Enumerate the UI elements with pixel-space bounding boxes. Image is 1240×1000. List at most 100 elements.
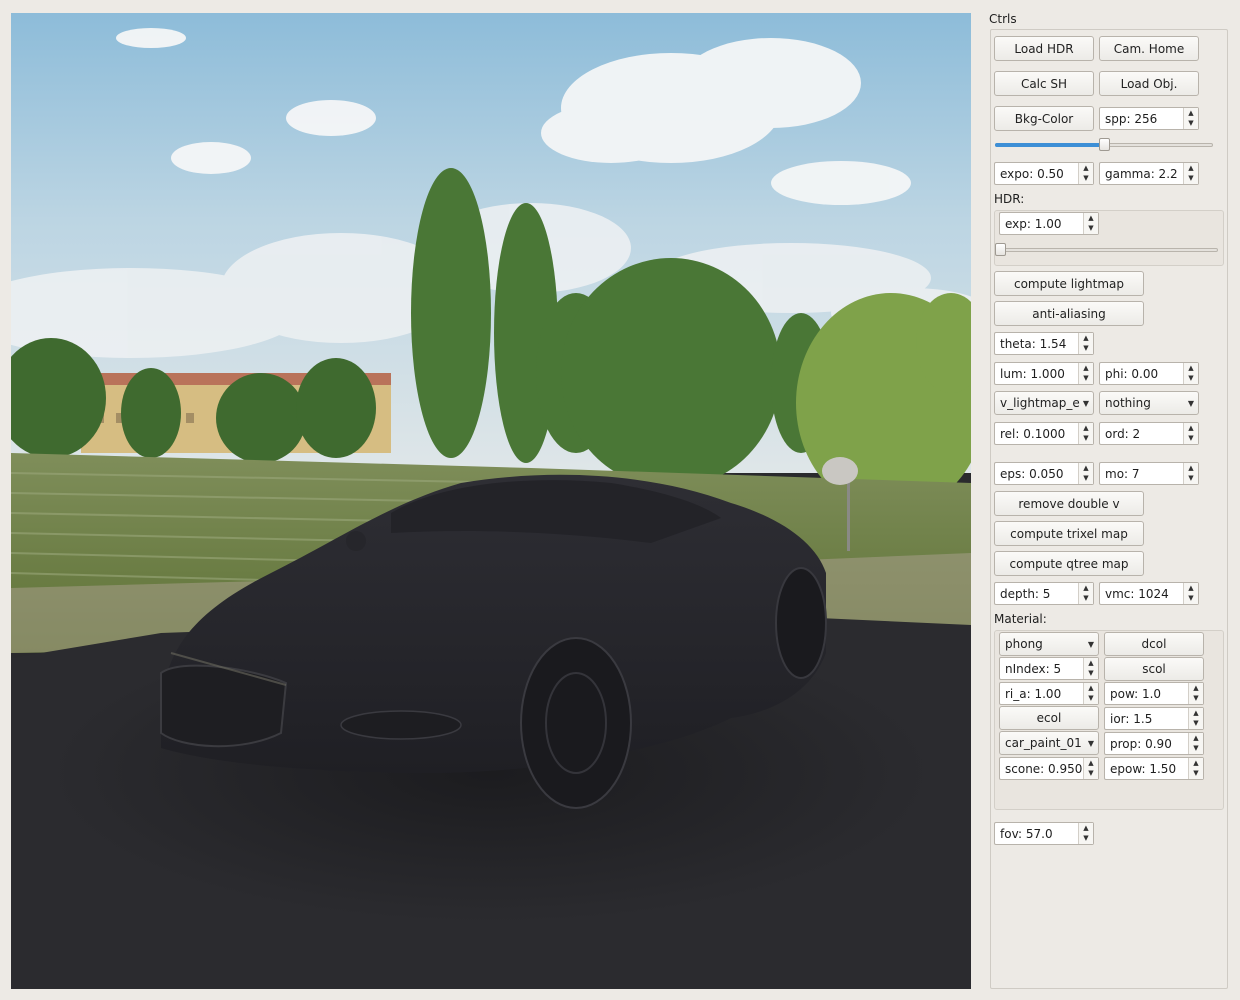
ecol-button[interactable]: ecol (999, 706, 1099, 730)
gamma-spinbox[interactable]: gamma: 2.2 ▲ ▼ (1099, 162, 1199, 185)
render-viewport[interactable] (11, 13, 971, 989)
spin-up-icon[interactable]: ▲ (1079, 423, 1093, 434)
rel-spinbox[interactable]: rel: 0.1000 ▲ ▼ (994, 422, 1094, 445)
spin-down-icon[interactable]: ▼ (1079, 374, 1093, 385)
spin-up-icon[interactable]: ▲ (1189, 683, 1203, 694)
eps-spinbox[interactable]: eps: 0.050 ▲ ▼ (994, 462, 1094, 485)
shader-select[interactable]: phong ▼ (999, 632, 1099, 656)
compute-trixel-map-button[interactable]: compute trixel map (994, 521, 1144, 546)
dcol-button[interactable]: dcol (1104, 632, 1204, 656)
spp-slider[interactable] (995, 138, 1213, 152)
spin-down-icon[interactable]: ▼ (1184, 374, 1198, 385)
spin-down-icon[interactable]: ▼ (1184, 434, 1198, 445)
spin-down-icon[interactable]: ▼ (1084, 694, 1098, 705)
spin-down-icon[interactable]: ▼ (1189, 694, 1203, 705)
calc-sh-button[interactable]: Calc SH (994, 71, 1094, 96)
remove-double-v-button[interactable]: remove double v (994, 491, 1144, 516)
spin-arrows[interactable]: ▲ ▼ (1188, 758, 1203, 779)
spin-up-icon[interactable]: ▲ (1184, 108, 1198, 119)
spin-arrows[interactable]: ▲ ▼ (1183, 463, 1198, 484)
slider-handle[interactable] (1099, 138, 1110, 151)
spin-up-icon[interactable]: ▲ (1079, 583, 1093, 594)
spin-up-icon[interactable]: ▲ (1189, 708, 1203, 719)
spin-down-icon[interactable]: ▼ (1084, 224, 1098, 235)
spin-up-icon[interactable]: ▲ (1079, 823, 1093, 834)
spin-down-icon[interactable]: ▼ (1184, 174, 1198, 185)
hdr-exp-spinbox[interactable]: exp: 1.00 ▲ ▼ (999, 212, 1099, 235)
spin-arrows[interactable]: ▲ ▼ (1078, 823, 1093, 844)
compute-qtree-map-button[interactable]: compute qtree map (994, 551, 1144, 576)
vmc-spinbox[interactable]: vmc: 1024 ▲ ▼ (1099, 582, 1199, 605)
prop-spinbox[interactable]: prop: 0.90 ▲ ▼ (1104, 732, 1204, 755)
lum-spinbox[interactable]: lum: 1.000 ▲ ▼ (994, 362, 1094, 385)
spin-arrows[interactable]: ▲ ▼ (1183, 163, 1198, 184)
spin-up-icon[interactable]: ▲ (1189, 758, 1203, 769)
material-preset-select[interactable]: car_paint_01 ▼ (999, 731, 1099, 755)
spin-arrows[interactable]: ▲ ▼ (1083, 758, 1098, 779)
spin-arrows[interactable]: ▲ ▼ (1083, 683, 1098, 704)
spin-down-icon[interactable]: ▼ (1079, 834, 1093, 845)
spin-down-icon[interactable]: ▼ (1084, 669, 1098, 680)
depth-spinbox[interactable]: depth: 5 ▲ ▼ (994, 582, 1094, 605)
spin-up-icon[interactable]: ▲ (1184, 423, 1198, 434)
spin-arrows[interactable]: ▲ ▼ (1188, 683, 1203, 704)
epow-spinbox[interactable]: epow: 1.50 ▲ ▼ (1104, 757, 1204, 780)
spin-up-icon[interactable]: ▲ (1084, 213, 1098, 224)
ior-spinbox[interactable]: ior: 1.5 ▲ ▼ (1104, 707, 1204, 730)
spin-arrows[interactable]: ▲ ▼ (1188, 708, 1203, 729)
spin-up-icon[interactable]: ▲ (1184, 363, 1198, 374)
spin-up-icon[interactable]: ▲ (1084, 658, 1098, 669)
spin-arrows[interactable]: ▲ ▼ (1078, 423, 1093, 444)
theta-spinbox[interactable]: theta: 1.54 ▲ ▼ (994, 332, 1094, 355)
spin-arrows[interactable]: ▲ ▼ (1183, 108, 1198, 129)
spin-down-icon[interactable]: ▼ (1079, 174, 1093, 185)
spin-arrows[interactable]: ▲ ▼ (1188, 733, 1203, 754)
spin-up-icon[interactable]: ▲ (1084, 683, 1098, 694)
spin-up-icon[interactable]: ▲ (1079, 163, 1093, 174)
fov-spinbox[interactable]: fov: 57.0 ▲ ▼ (994, 822, 1094, 845)
spin-down-icon[interactable]: ▼ (1184, 594, 1198, 605)
spin-down-icon[interactable]: ▼ (1079, 344, 1093, 355)
spin-up-icon[interactable]: ▲ (1079, 333, 1093, 344)
spin-down-icon[interactable]: ▼ (1079, 434, 1093, 445)
ord-spinbox[interactable]: ord: 2 ▲ ▼ (1099, 422, 1199, 445)
spin-arrows[interactable]: ▲ ▼ (1078, 333, 1093, 354)
mo-spinbox[interactable]: mo: 7 ▲ ▼ (1099, 462, 1199, 485)
spin-down-icon[interactable]: ▼ (1079, 474, 1093, 485)
spin-down-icon[interactable]: ▼ (1079, 594, 1093, 605)
spp-spinbox[interactable]: spp: 256 ▲ ▼ (1099, 107, 1199, 130)
spin-down-icon[interactable]: ▼ (1184, 474, 1198, 485)
nindex-spinbox[interactable]: nIndex: 5 ▲ ▼ (999, 657, 1099, 680)
expo-spinbox[interactable]: expo: 0.50 ▲ ▼ (994, 162, 1094, 185)
spin-down-icon[interactable]: ▼ (1189, 769, 1203, 780)
spin-arrows[interactable]: ▲ ▼ (1083, 658, 1098, 679)
load-hdr-button[interactable]: Load HDR (994, 36, 1094, 61)
spin-down-icon[interactable]: ▼ (1084, 769, 1098, 780)
spin-up-icon[interactable]: ▲ (1184, 463, 1198, 474)
spin-arrows[interactable]: ▲ ▼ (1078, 163, 1093, 184)
spin-arrows[interactable]: ▲ ▼ (1183, 583, 1198, 604)
anti-aliasing-button[interactable]: anti-aliasing (994, 301, 1144, 326)
spin-down-icon[interactable]: ▼ (1189, 744, 1203, 755)
spin-arrows[interactable]: ▲ ▼ (1083, 213, 1098, 234)
spin-down-icon[interactable]: ▼ (1184, 119, 1198, 130)
spin-arrows[interactable]: ▲ ▼ (1183, 423, 1198, 444)
hdr-exp-slider[interactable] (995, 243, 1218, 257)
scone-spinbox[interactable]: scone: 0.950 ▲ ▼ (999, 757, 1099, 780)
mode-select[interactable]: nothing ▼ (1099, 391, 1199, 415)
spin-up-icon[interactable]: ▲ (1079, 363, 1093, 374)
spin-up-icon[interactable]: ▲ (1184, 583, 1198, 594)
lightmap-select[interactable]: v_lightmap_e ▼ (994, 391, 1094, 415)
phi-spinbox[interactable]: phi: 0.00 ▲ ▼ (1099, 362, 1199, 385)
spin-down-icon[interactable]: ▼ (1189, 719, 1203, 730)
scol-button[interactable]: scol (1104, 657, 1204, 681)
load-obj-button[interactable]: Load Obj. (1099, 71, 1199, 96)
ri-a-spinbox[interactable]: ri_a: 1.00 ▲ ▼ (999, 682, 1099, 705)
bkg-color-button[interactable]: Bkg-Color (994, 106, 1094, 131)
spin-arrows[interactable]: ▲ ▼ (1183, 363, 1198, 384)
spin-up-icon[interactable]: ▲ (1189, 733, 1203, 744)
spin-up-icon[interactable]: ▲ (1079, 463, 1093, 474)
compute-lightmap-button[interactable]: compute lightmap (994, 271, 1144, 296)
spin-arrows[interactable]: ▲ ▼ (1078, 583, 1093, 604)
spin-arrows[interactable]: ▲ ▼ (1078, 363, 1093, 384)
